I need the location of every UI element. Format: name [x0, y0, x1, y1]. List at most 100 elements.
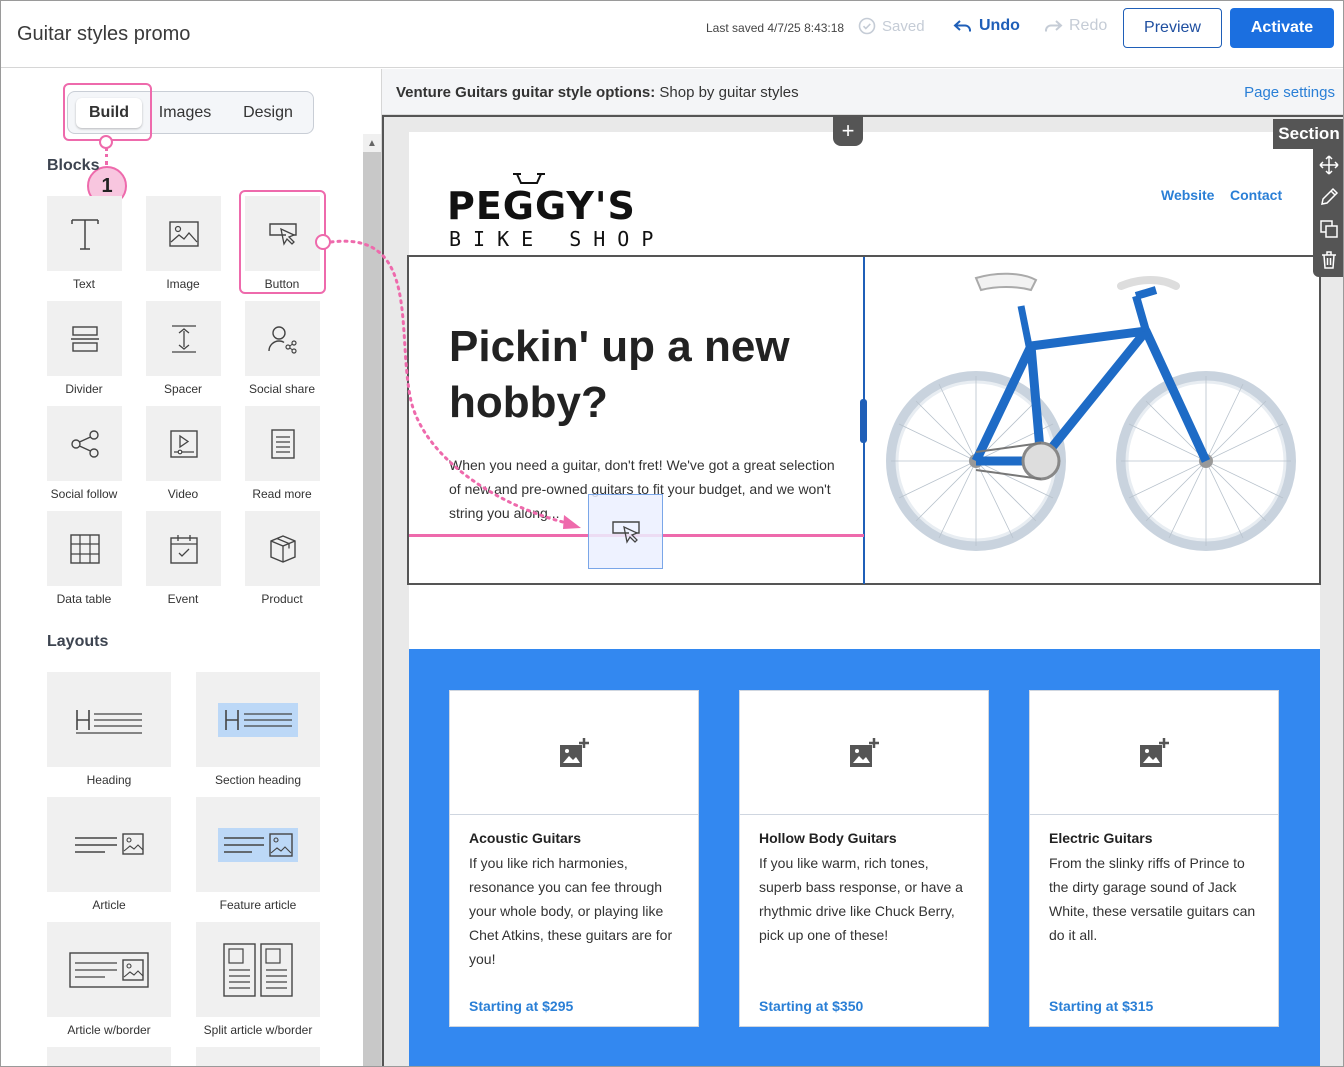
article-layout-icon: [75, 832, 144, 855]
divider-icon: [70, 325, 99, 352]
product-card[interactable]: Acoustic Guitars If you like rich harmon…: [449, 690, 699, 1027]
block-product[interactable]: [245, 511, 320, 586]
text-icon: [70, 218, 99, 250]
event-icon: [169, 534, 198, 564]
callout-dot: [99, 135, 113, 149]
saved-status: Saved: [858, 17, 925, 35]
card-title[interactable]: Acoustic Guitars: [469, 830, 581, 846]
layout-feature-article[interactable]: [196, 797, 320, 892]
tab-design[interactable]: Design: [233, 98, 303, 128]
drag-start-dot: [315, 234, 331, 250]
check-circle-icon: [858, 17, 876, 35]
layout-article[interactable]: [47, 797, 171, 892]
undo-arrow-icon: [953, 20, 971, 32]
layout-label: Feature article: [219, 898, 297, 912]
duplicate-icon[interactable]: [1318, 218, 1340, 240]
block-read-more[interactable]: [245, 406, 320, 481]
video-icon: [169, 429, 198, 458]
bicycle-photo[interactable]: [881, 266, 1311, 571]
undo-button[interactable]: Undo: [953, 17, 1020, 35]
feature-article-layout-icon: [218, 827, 298, 862]
layout-heading[interactable]: [47, 672, 171, 767]
page-settings-link[interactable]: Page settings: [1244, 84, 1335, 101]
block-video[interactable]: [146, 406, 221, 481]
trash-icon[interactable]: [1318, 249, 1340, 271]
card-price-link[interactable]: Starting at $315: [1049, 998, 1153, 1014]
block-social-share[interactable]: [245, 301, 320, 376]
block-event[interactable]: [146, 511, 221, 586]
canvas-title-bold: Venture Guitars guitar style options:: [396, 84, 656, 101]
block-label: Video: [167, 487, 199, 501]
card-price-link[interactable]: Starting at $350: [759, 998, 863, 1014]
social-share-icon: [267, 325, 297, 354]
layout-label: Article: [92, 898, 126, 912]
card-title[interactable]: Electric Guitars: [1049, 830, 1153, 846]
block-label: Spacer: [163, 382, 203, 396]
spacer-icon: [171, 324, 196, 353]
data-table-icon: [69, 533, 100, 564]
sidebar-scrollbar[interactable]: [363, 134, 381, 1066]
social-follow-icon: [70, 429, 99, 458]
image-icon: [168, 220, 199, 247]
card-image-placeholder[interactable]: [450, 691, 698, 815]
block-social-follow[interactable]: [47, 406, 122, 481]
block-image[interactable]: [146, 196, 221, 271]
undo-label: Undo: [979, 17, 1020, 34]
nav-link-contact[interactable]: Contact: [1230, 187, 1282, 203]
product-card[interactable]: Electric Guitars From the slinky riffs o…: [1029, 690, 1279, 1027]
block-spacer[interactable]: [146, 301, 221, 376]
nav-link-website[interactable]: Website: [1161, 187, 1214, 203]
tab-images[interactable]: Images: [152, 98, 218, 128]
dragged-button-block: [588, 494, 663, 569]
card-price-link[interactable]: Starting at $295: [469, 998, 573, 1014]
layout-label: Section heading: [214, 773, 302, 787]
block-label: Social follow: [50, 487, 118, 501]
layout-split-article-border[interactable]: [196, 922, 320, 1017]
layout-section-heading[interactable]: [196, 672, 320, 767]
activate-button[interactable]: Activate: [1230, 8, 1334, 48]
layout-label: Article w/border: [67, 1023, 151, 1037]
block-divider[interactable]: [47, 301, 122, 376]
block-text[interactable]: [47, 196, 122, 271]
last-saved-timestamp: Last saved 4/7/25 8:43:18: [706, 21, 845, 35]
section-label: Section: [1273, 119, 1343, 149]
column-resize-handle[interactable]: [860, 399, 867, 443]
layout-label: Heading: [86, 773, 132, 787]
blocks-heading: Blocks: [47, 157, 100, 174]
card-image-placeholder[interactable]: [1030, 691, 1278, 815]
redo-arrow-icon: [1045, 20, 1063, 32]
block-label: Event: [167, 592, 199, 606]
block-label: Data table: [56, 592, 112, 606]
layout-more[interactable]: [47, 1047, 171, 1066]
card-image-placeholder[interactable]: [740, 691, 988, 815]
add-image-icon: [560, 737, 589, 767]
block-data-table[interactable]: [47, 511, 122, 586]
card-body[interactable]: From the slinky riffs of Prince to the d…: [1049, 851, 1264, 947]
card-body[interactable]: If you like rich harmonies, resonance yo…: [469, 851, 684, 971]
block-label: Read more: [252, 487, 312, 501]
scroll-up-arrow-icon[interactable]: ▲: [363, 134, 381, 152]
canvas-title: Venture Guitars guitar style options: Sh…: [396, 84, 799, 101]
layout-more[interactable]: [196, 1047, 320, 1066]
preview-button[interactable]: Preview: [1123, 8, 1222, 48]
add-section-button[interactable]: +: [833, 116, 863, 146]
edit-pencil-icon[interactable]: [1318, 186, 1340, 208]
build-sidebar: Build Images Design 1 Blocks Text Image …: [1, 69, 363, 1066]
product-card[interactable]: Hollow Body Guitars If you like warm, ri…: [739, 690, 989, 1027]
hero-heading[interactable]: Pickin' up a new hobby?: [449, 319, 829, 431]
split-article-border-layout-icon: [223, 942, 293, 997]
add-image-icon: [850, 737, 879, 767]
product-icon: [269, 534, 296, 563]
layout-article-border[interactable]: [47, 922, 171, 1017]
redo-button[interactable]: Redo: [1043, 17, 1107, 35]
logo-subtitle: BIKE SHOP: [449, 227, 666, 251]
block-label: Image: [166, 277, 200, 291]
move-icon[interactable]: [1318, 154, 1340, 176]
redo-label: Redo: [1069, 17, 1108, 34]
section-heading-layout-icon: [218, 702, 298, 737]
app-window: Guitar styles promo Last saved 4/7/25 8:…: [0, 0, 1344, 1067]
card-body[interactable]: If you like warm, rich tones, superb bas…: [759, 851, 974, 947]
heading-layout-icon: [76, 709, 142, 734]
article-border-layout-icon: [69, 951, 149, 988]
card-title[interactable]: Hollow Body Guitars: [759, 830, 897, 846]
